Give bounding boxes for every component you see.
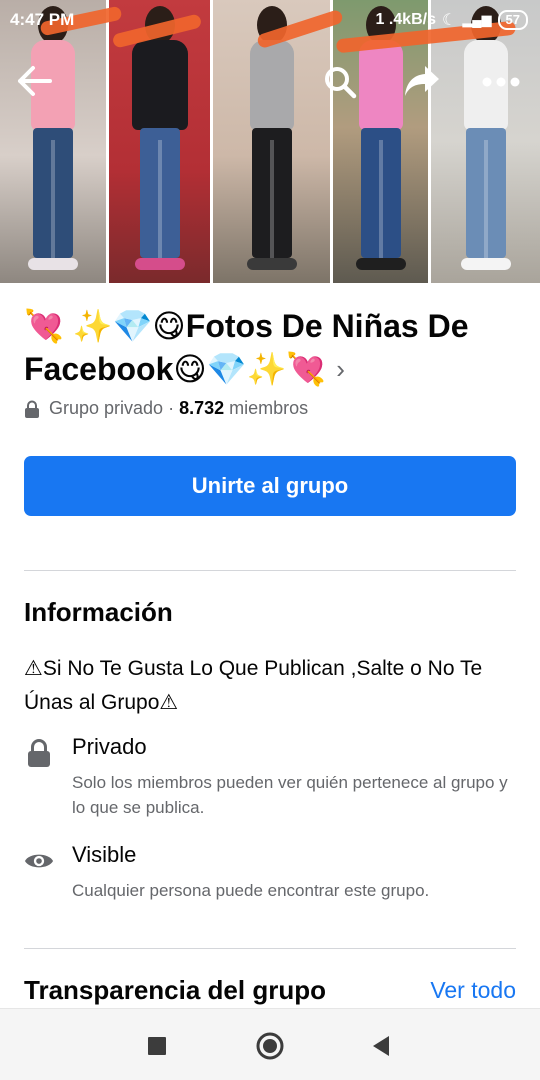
member-count: 8.732 [179, 398, 225, 418]
visibility-title: Visible [72, 842, 137, 867]
more-options-button[interactable] [478, 62, 524, 102]
figure-shoes [28, 258, 78, 270]
battery-indicator: 57 [497, 10, 528, 30]
see-all-link[interactable]: Ver todo [430, 977, 516, 1004]
back-button[interactable] [14, 60, 56, 102]
group-title-text: 💘 ✨💎😋Fotos De Niñas De Facebook😋💎✨💘 [24, 308, 469, 387]
eye-icon [24, 846, 54, 876]
members-label: miembros [229, 398, 309, 418]
triangle-back-icon [373, 1036, 389, 1056]
signal-icon: ▂▄▆ [462, 12, 492, 27]
system-nav-bar [0, 1008, 540, 1080]
figure-shoes [355, 258, 406, 270]
status-bar: 4:47 PM 1 .4kB/s ☾ ▂▄▆ 57 [0, 0, 540, 40]
search-icon [325, 67, 357, 99]
privacy-title: Privado [72, 734, 147, 759]
figure-legs [139, 128, 180, 258]
figure-top [358, 40, 403, 130]
join-group-button[interactable]: Unirte al grupo [24, 456, 516, 516]
back-nav-button[interactable] [366, 1031, 396, 1061]
status-time: 4:47 PM [10, 10, 75, 29]
square-recents-icon [148, 1037, 166, 1055]
lock-icon [25, 400, 39, 418]
divider [24, 948, 516, 949]
more-dots-icon [482, 77, 520, 87]
info-heading: Información [24, 597, 173, 627]
privacy-info-row: Privado Solo los miembros pueden ver qui… [24, 734, 519, 824]
search-button[interactable] [320, 62, 360, 102]
figure-shoes [134, 258, 185, 270]
group-title[interactable]: 💘 ✨💎😋Fotos De Niñas De Facebook😋💎✨💘 › [24, 305, 524, 391]
figure-legs [360, 128, 401, 258]
status-indicators: 1 .4kB/s ☾ ▂▄▆ 57 [375, 10, 528, 30]
chevron-right-icon: › [336, 354, 345, 384]
network-speed: 1 .4kB/s [375, 11, 436, 28]
cover-photo-1 [0, 0, 106, 283]
figure-shoes [246, 258, 297, 270]
visibility-info-row: Visible Cualquier persona puede encontra… [24, 842, 519, 902]
moon-icon: ☾ [441, 12, 457, 29]
group-meta: Grupo privado · 8.732 miembros [24, 398, 308, 419]
divider [24, 570, 516, 571]
figure-top [131, 40, 188, 130]
cover-photo-5 [431, 0, 540, 283]
figure-shoes [460, 258, 511, 270]
figure-legs [33, 128, 73, 258]
group-description: ⚠Si No Te Gusta Lo Que Publican ,Salte o… [24, 657, 483, 714]
privacy-label: Grupo privado [49, 398, 164, 418]
visibility-description: Cualquier persona puede encontrar este g… [72, 881, 430, 900]
circle-home-icon [256, 1032, 284, 1060]
figure-top [249, 40, 294, 130]
share-button[interactable] [400, 60, 444, 102]
transparency-heading: Transparencia del grupo [24, 975, 326, 1005]
home-button[interactable] [255, 1031, 285, 1061]
recents-button[interactable] [142, 1031, 172, 1061]
figure-legs [251, 128, 292, 258]
privacy-description: Solo los miembros pueden ver quién perte… [72, 773, 508, 817]
meta-separator: · [168, 398, 175, 418]
figure-legs [465, 128, 506, 258]
share-icon [405, 66, 439, 96]
back-arrow-icon [18, 66, 52, 96]
lock-icon [24, 738, 54, 768]
